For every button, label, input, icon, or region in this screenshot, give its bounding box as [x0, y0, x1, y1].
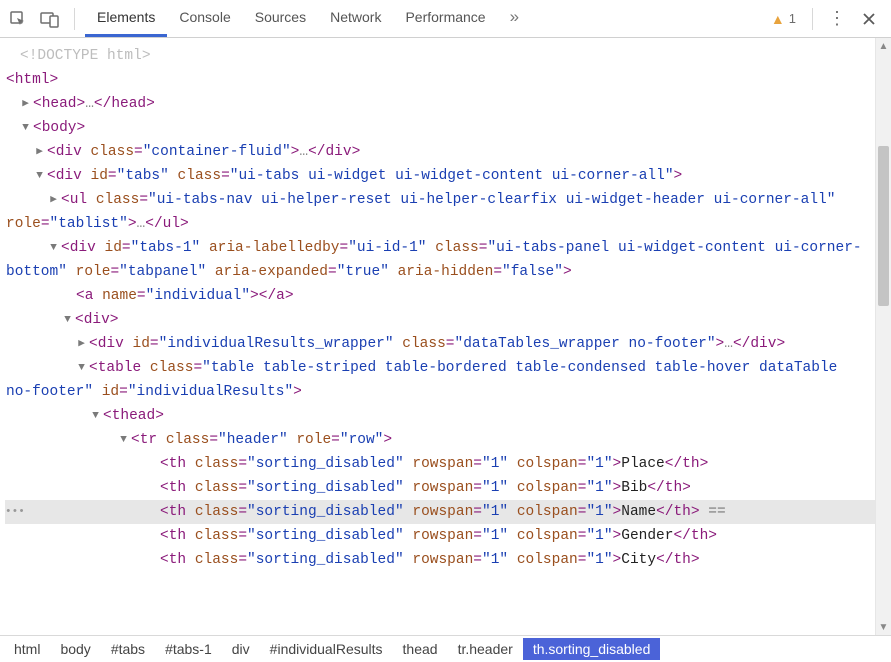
close-icon[interactable]: [855, 5, 883, 33]
disclosure-collapsed-icon[interactable]: ▶: [34, 140, 45, 164]
warning-icon: ▲: [771, 11, 785, 27]
disclosure-expanded-icon[interactable]: ▼: [90, 404, 101, 428]
tab-network[interactable]: Network: [318, 0, 393, 37]
vertical-scrollbar[interactable]: ▲ ▼: [875, 38, 891, 635]
kebab-menu-icon[interactable]: ⋮: [823, 5, 851, 33]
breadcrumb: htmlbody#tabs#tabs-1div#individualResult…: [0, 635, 891, 662]
scroll-down-icon[interactable]: ▼: [876, 619, 891, 635]
dom-th-place[interactable]: <th class="sorting_disabled" rowspan="1"…: [6, 452, 875, 476]
dom-line-11[interactable]: ▼<table class="table table-striped table…: [6, 356, 875, 404]
devtools-toolbar: Elements Console Sources Network Perform…: [0, 0, 891, 38]
separator: [74, 8, 75, 30]
crumb-trheader[interactable]: tr.header: [448, 638, 523, 660]
disclosure-expanded-icon[interactable]: ▼: [20, 116, 31, 140]
dom-th-gender[interactable]: <th class="sorting_disabled" rowspan="1"…: [6, 524, 875, 548]
dom-line-5[interactable]: ▼<div id="tabs" class="ui-tabs ui-widget…: [6, 164, 875, 188]
dom-line-4[interactable]: ▶<div class="container-fluid">…</div>: [6, 140, 875, 164]
crumb-tabs-1[interactable]: #tabs-1: [155, 638, 222, 660]
dom-line-7[interactable]: ▼<div id="tabs-1" aria-labelledby="ui-id…: [6, 236, 875, 284]
crumb-html[interactable]: html: [4, 638, 50, 660]
tab-sources[interactable]: Sources: [243, 0, 318, 37]
crumb-individualResults[interactable]: #individualResults: [260, 638, 393, 660]
crumb-thsorting_disabled[interactable]: th.sorting_disabled: [523, 638, 661, 660]
dom-line-2[interactable]: ▶<head>…</head>: [6, 92, 875, 116]
elements-panel: <!DOCTYPE html><html>▶<head>…</head>▼<bo…: [0, 38, 891, 635]
tab-elements[interactable]: Elements: [85, 0, 167, 37]
panel-tabs: Elements Console Sources Network Perform…: [85, 0, 531, 37]
dom-line-3[interactable]: ▼<body>: [6, 116, 875, 140]
warnings-badge[interactable]: ▲ 1: [771, 11, 802, 27]
tab-console[interactable]: Console: [167, 0, 242, 37]
dom-tree[interactable]: <!DOCTYPE html><html>▶<head>…</head>▼<bo…: [0, 38, 875, 635]
scroll-thumb[interactable]: [878, 146, 889, 306]
crumb-body[interactable]: body: [50, 638, 100, 660]
disclosure-expanded-icon[interactable]: ▼: [34, 164, 45, 188]
warning-count: 1: [789, 11, 796, 26]
dom-th-bib[interactable]: <th class="sorting_disabled" rowspan="1"…: [6, 476, 875, 500]
tabs-overflow[interactable]: »: [498, 0, 531, 37]
tab-performance[interactable]: Performance: [393, 0, 497, 37]
dom-line-10[interactable]: ▶<div id="individualResults_wrapper" cla…: [6, 332, 875, 356]
dom-line-13[interactable]: ▼<tr class="header" role="row">: [6, 428, 875, 452]
crumb-div[interactable]: div: [222, 638, 260, 660]
dom-th-name[interactable]: <th class="sorting_disabled" rowspan="1"…: [6, 500, 875, 524]
crumb-thead[interactable]: thead: [393, 638, 448, 660]
dom-line-12[interactable]: ▼<thead>: [6, 404, 875, 428]
dom-th-city[interactable]: <th class="sorting_disabled" rowspan="1"…: [6, 548, 875, 572]
disclosure-expanded-icon[interactable]: ▼: [76, 356, 87, 380]
disclosure-expanded-icon[interactable]: ▼: [48, 236, 59, 260]
scroll-up-icon[interactable]: ▲: [876, 38, 891, 54]
disclosure-collapsed-icon[interactable]: ▶: [48, 188, 59, 212]
device-toggle-icon[interactable]: [36, 5, 64, 33]
disclosure-expanded-icon[interactable]: ▼: [62, 308, 73, 332]
inspect-icon[interactable]: [4, 5, 32, 33]
dom-line-6[interactable]: ▶<ul class="ui-tabs-nav ui-helper-reset …: [6, 188, 875, 236]
disclosure-collapsed-icon[interactable]: ▶: [20, 92, 31, 116]
disclosure-collapsed-icon[interactable]: ▶: [76, 332, 87, 356]
separator: [812, 8, 813, 30]
dom-line-1[interactable]: <html>: [6, 68, 875, 92]
dom-line-9[interactable]: ▼<div>: [6, 308, 875, 332]
dom-line-0[interactable]: <!DOCTYPE html>: [6, 44, 875, 68]
dom-line-8[interactable]: <a name="individual"></a>: [6, 284, 875, 308]
crumb-tabs[interactable]: #tabs: [101, 638, 155, 660]
disclosure-expanded-icon[interactable]: ▼: [118, 428, 129, 452]
